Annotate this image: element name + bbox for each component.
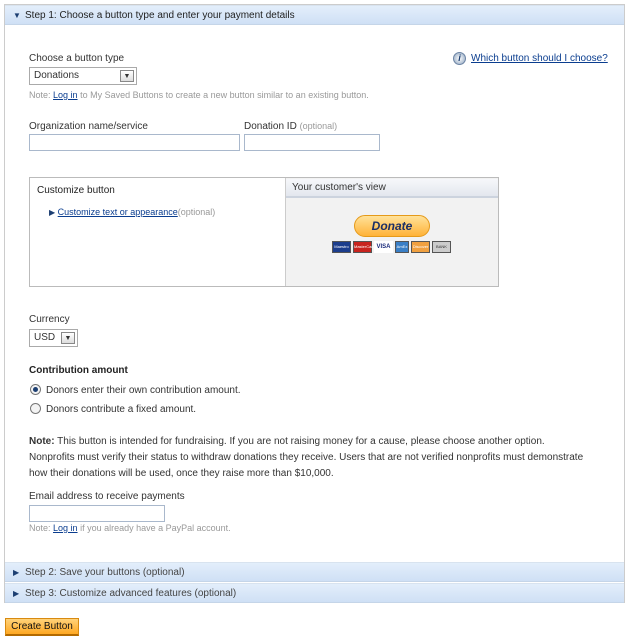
login-link[interactable]: Log in <box>53 90 78 100</box>
login-link[interactable]: Log in <box>53 523 78 533</box>
currency-value: USD <box>34 332 56 343</box>
triangle-right-icon: ▶ <box>49 208 56 217</box>
note-prefix: Note: <box>29 523 51 533</box>
contribution-label: Contribution amount <box>29 365 128 376</box>
info-icon: i <box>453 52 466 65</box>
step2-label: Step 2: Save your buttons (optional) <box>25 567 185 578</box>
note-bold: Note: <box>29 436 55 447</box>
dropdown-arrow-icon: ▼ <box>61 332 75 344</box>
button-type-label: Choose a button type <box>29 53 125 64</box>
note-text: This button is intended for fundraising.… <box>29 436 584 479</box>
card-logos: Maestro MasterCard VISA AmEx Discover BA… <box>332 241 451 253</box>
donation-id-input[interactable] <box>244 134 380 151</box>
amex-icon: AmEx <box>395 241 409 253</box>
button-type-value: Donations <box>34 70 80 81</box>
triangle-down-icon: ▼ <box>13 11 21 20</box>
currency-select[interactable]: USD ▼ <box>29 329 78 347</box>
org-label: Organization name/service <box>29 121 148 132</box>
create-button[interactable]: Create Button <box>5 618 79 636</box>
step2-header[interactable]: ▶ Step 2: Save your buttons (optional) <box>5 562 624 582</box>
currency-label: Currency <box>29 314 70 325</box>
step1-label: Step 1: Choose a button type and enter y… <box>25 10 295 21</box>
step1-header[interactable]: ▼ Step 1: Choose a button type and enter … <box>5 5 624 25</box>
step3-label: Step 3: Customize advanced features (opt… <box>25 588 237 599</box>
radio-fixed-amount-label: Donors contribute a fixed amount. <box>46 404 197 415</box>
note-text: if you already have a PayPal account. <box>80 523 231 533</box>
maestro-icon: Maestro <box>332 241 351 253</box>
bank-icon: BANK <box>432 241 451 253</box>
note-text: to My Saved Buttons to create a new butt… <box>80 90 369 100</box>
donate-button-preview: Donate <box>354 215 430 237</box>
triangle-right-icon: ▶ <box>13 568 20 577</box>
optional-tag: (optional) <box>177 207 216 217</box>
dropdown-arrow-icon: ▼ <box>120 70 134 82</box>
note-prefix: Note: <box>29 90 51 100</box>
discover-icon: Discover <box>411 241 430 253</box>
visa-icon: VISA <box>374 241 393 253</box>
preview-title: Your customer's view <box>286 179 498 198</box>
triangle-right-icon: ▶ <box>13 589 20 598</box>
customize-link[interactable]: Customize text or appearance <box>58 207 178 217</box>
mastercard-icon: MasterCard <box>353 241 375 253</box>
email-label: Email address to receive payments <box>29 491 185 502</box>
radio-own-amount-label: Donors enter their own contribution amou… <box>46 385 241 396</box>
optional-tag: (optional) <box>299 121 338 131</box>
radio-fixed-amount[interactable] <box>30 403 41 414</box>
donation-id-label: Donation ID <box>244 121 297 132</box>
radio-own-amount[interactable] <box>30 384 41 395</box>
button-type-select[interactable]: Donations ▼ <box>29 67 137 85</box>
customize-title: Customize button <box>37 185 115 196</box>
email-input[interactable] <box>29 505 165 522</box>
step3-header[interactable]: ▶ Step 3: Customize advanced features (op… <box>5 583 624 603</box>
org-input[interactable] <box>29 134 240 151</box>
which-button-link[interactable]: Which button should I choose? <box>471 53 608 64</box>
fundraising-note: Note: This button is intended for fundra… <box>29 434 589 482</box>
